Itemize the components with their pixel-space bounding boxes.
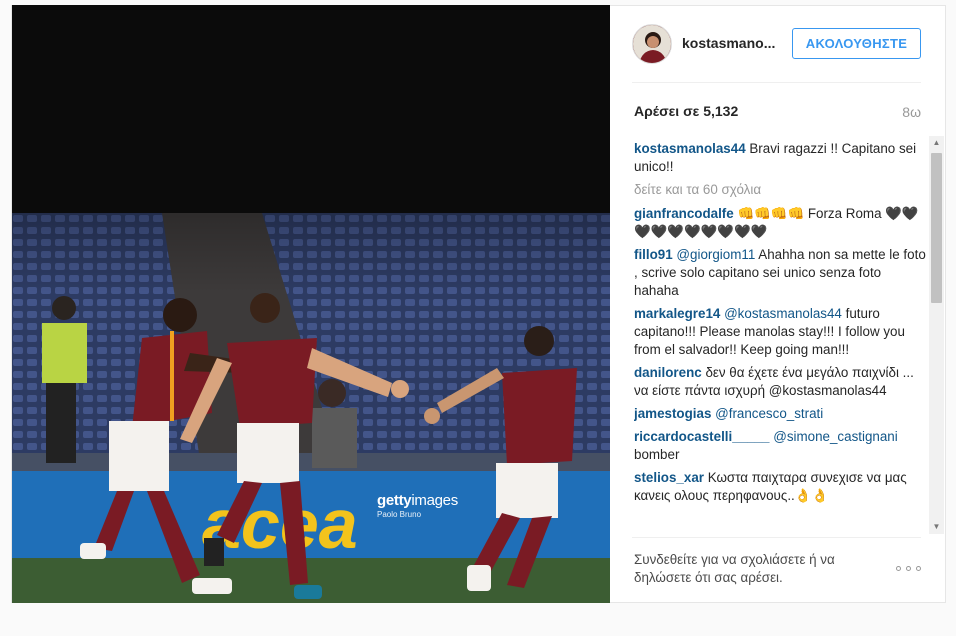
header-divider (632, 82, 921, 83)
footer-divider (632, 537, 921, 538)
more-options-icon[interactable] (896, 561, 924, 575)
post-photo[interactable]: acea gettyimages Paolo Bruno (12, 213, 610, 603)
post-media[interactable]: acea gettyimages Paolo Bruno (12, 5, 610, 603)
avatar-image (633, 25, 671, 63)
comment-item: gianfrancodalfe 👊👊👊👊 Forza Roma 🖤🖤🖤🖤🖤🖤🖤🖤… (634, 205, 926, 241)
comments-scrollbar[interactable]: ▲ ▼ (929, 136, 944, 534)
getty-watermark: gettyimages Paolo Bruno (377, 492, 458, 519)
caption: kostasmanolas44 Bravi ragazzi !! Capitan… (634, 140, 926, 176)
comment-username[interactable]: gianfrancodalfe (634, 206, 734, 221)
caption-username[interactable]: kostasmanolas44 (634, 141, 746, 156)
likes-count[interactable]: Αρέσει σε 5,132 (634, 103, 738, 119)
login-prompt-link[interactable]: Συνδεθείτε για να σχολιάσετε ή να δηλώσε… (634, 551, 884, 587)
comment-text: bomber (634, 447, 680, 462)
comment-username[interactable]: danilorenc (634, 365, 702, 380)
post-header: kostasmano... ΑΚΟΛΟΥΘΗΣΤΕ (611, 6, 945, 83)
scroll-down-arrow-icon[interactable]: ▼ (929, 520, 944, 534)
avatar[interactable] (632, 24, 672, 64)
comments-list[interactable]: kostasmanolas44 Bravi ragazzi !! Capitan… (634, 140, 926, 532)
comment-username[interactable]: markalegre14 (634, 306, 720, 321)
comment-username[interactable]: jamestogias (634, 406, 711, 421)
post-sidebar: kostasmano... ΑΚΟΛΟΥΘΗΣΤΕ Αρέσει σε 5,13… (611, 6, 945, 602)
username-link[interactable]: kostasmano... (682, 35, 775, 51)
comment-mention[interactable]: @francesco_strati (711, 406, 823, 421)
comment-username[interactable]: stelios_xar (634, 470, 704, 485)
comment-item: jamestogias @francesco_strati (634, 405, 926, 423)
follow-button[interactable]: ΑΚΟΛΟΥΘΗΣΤΕ (792, 28, 921, 59)
comment-mention[interactable]: @simone_castignani (770, 429, 898, 444)
watermark-logo-suffix: images (411, 492, 458, 509)
comment-item: markalegre14 @kostasmanolas44 futuro cap… (634, 305, 926, 359)
comment-item: stelios_xar Κωστα παιχταρα συνεχισε να μ… (634, 469, 926, 505)
comment-item: danilorenc δεν θα έχετε ένα μεγάλο παιχν… (634, 364, 926, 400)
comment-username[interactable]: fillo91 (634, 247, 673, 262)
comment-item: riccardocastelli_____ @simone_castignani… (634, 428, 926, 464)
scroll-up-arrow-icon[interactable]: ▲ (929, 136, 944, 150)
watermark-logo: getty (377, 492, 412, 509)
scrollbar-thumb[interactable] (931, 153, 942, 303)
comment-mention[interactable]: @kostasmanolas44 (720, 306, 842, 321)
comment-item: fillo91 @giorgiom11 Ahahha non sa mette … (634, 246, 926, 300)
comment-mention[interactable]: @giorgiom11 (673, 247, 755, 262)
post-timestamp[interactable]: 8ω (902, 104, 921, 120)
load-more-comments-link[interactable]: δείτε και τα 60 σχόλια (634, 181, 926, 199)
football-photo: acea (12, 213, 610, 603)
watermark-credit: Paolo Bruno (377, 510, 422, 519)
comment-username[interactable]: riccardocastelli_____ (634, 429, 770, 444)
